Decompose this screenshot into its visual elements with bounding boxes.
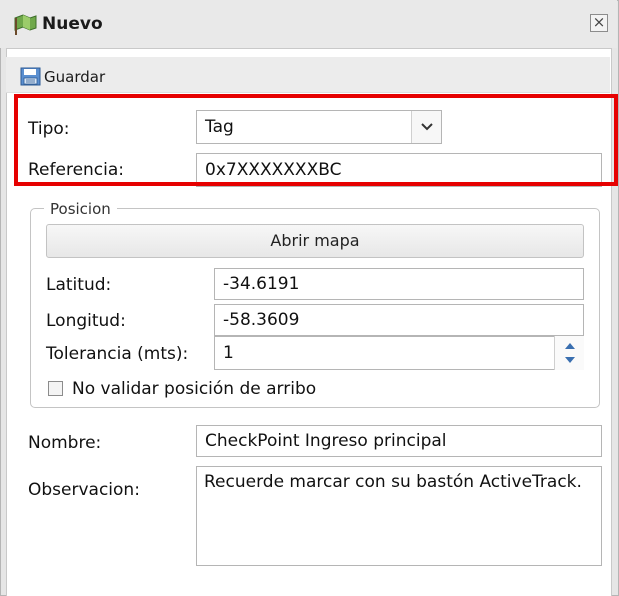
toolbar: Guardar: [6, 57, 610, 93]
position-legend: Posicion: [44, 200, 117, 218]
close-icon: ×: [592, 13, 606, 31]
spinner-down-icon[interactable]: [562, 353, 578, 368]
close-button[interactable]: ×: [590, 14, 608, 32]
save-icon: [20, 67, 42, 87]
spinner-up-icon[interactable]: [562, 338, 578, 353]
title-bar[interactable]: Nuevo ×: [0, 0, 617, 48]
observacion-label: Observacion:: [28, 480, 140, 500]
tolerancia-stepper[interactable]: 1: [214, 336, 584, 370]
longitud-input[interactable]: -58.3609: [214, 304, 584, 336]
longitud-value: -58.3609: [223, 310, 300, 330]
tolerancia-value: 1: [223, 343, 234, 363]
latitud-input[interactable]: -34.6191: [214, 268, 584, 300]
nombre-label: Nombre:: [28, 433, 102, 453]
highlight-box: [14, 94, 618, 186]
nombre-input[interactable]: CheckPoint Ingreso principal: [196, 425, 602, 457]
no-validar-label: No validar posición de arribo: [72, 379, 317, 399]
dialog-title: Nuevo: [42, 14, 103, 34]
open-map-label: Abrir mapa: [270, 231, 360, 250]
no-validar-checkbox[interactable]: [48, 381, 63, 396]
observacion-value: Recuerde marcar con su bastón ActiveTrac…: [204, 472, 582, 492]
nombre-value: CheckPoint Ingreso principal: [205, 431, 447, 451]
open-map-button[interactable]: Abrir mapa: [46, 224, 584, 258]
flag-icon: [13, 12, 37, 36]
observacion-textarea[interactable]: Recuerde marcar con su bastón ActiveTrac…: [196, 466, 602, 566]
tolerancia-label: Tolerancia (mts):: [46, 344, 189, 364]
spinner-arrows-icon[interactable]: [554, 336, 584, 370]
save-button-label: Guardar: [44, 68, 106, 86]
longitud-label: Longitud:: [46, 311, 126, 331]
latitud-label: Latitud:: [46, 275, 112, 295]
latitud-value: -34.6191: [223, 274, 300, 294]
